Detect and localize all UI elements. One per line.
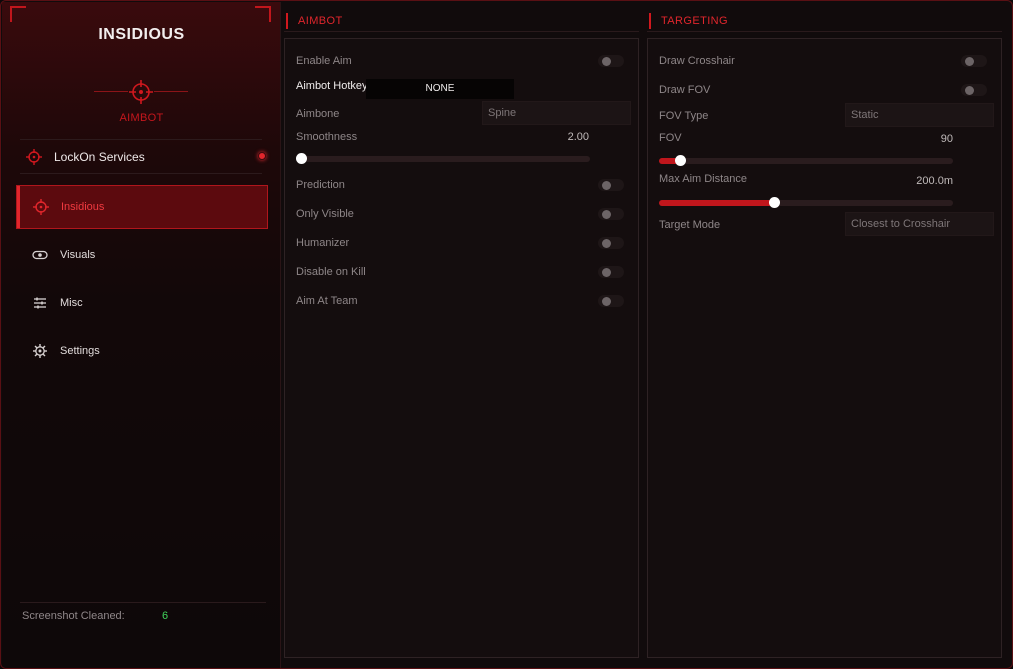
nav-label: Visuals [60, 249, 96, 261]
prediction-label: Prediction [296, 179, 345, 191]
humanizer-label: Humanizer [296, 237, 350, 249]
aimbone-select[interactable]: Spine [482, 101, 631, 125]
toggle-knob [602, 239, 611, 248]
draw-fov-row: Draw FOV [659, 82, 989, 102]
targeting-header: TARGETING [649, 12, 728, 30]
logo-line-left [94, 91, 128, 92]
sidebar-divider [20, 173, 262, 174]
sidebar-item-visuals[interactable]: Visuals [16, 233, 268, 277]
fov-slider[interactable] [659, 155, 953, 166]
app-window: INSIDIOUS AIMBOT LockOn Services Insidio… [0, 0, 1013, 669]
aimbot-header: AIMBOT [286, 12, 343, 30]
draw-crosshair-row: Draw Crosshair [659, 53, 989, 73]
fov-value: 90 [940, 133, 953, 145]
aim-at-team-toggle[interactable] [598, 295, 624, 307]
logo-line-right [154, 91, 188, 92]
max-aim-distance-value: 200.0m [916, 175, 953, 187]
smoothness-value: 2.00 [567, 131, 589, 143]
nav-label: Settings [60, 345, 100, 357]
slider-handle[interactable] [296, 153, 307, 164]
prediction-row: Prediction [296, 177, 626, 197]
gear-icon [33, 344, 47, 358]
slider-handle[interactable] [675, 155, 686, 166]
fov-label: FOV [659, 132, 682, 144]
aimbot-title: AIMBOT [298, 15, 343, 27]
enable-aim-toggle[interactable] [598, 55, 624, 67]
fov-row: FOV [659, 130, 839, 150]
fov-type-select[interactable]: Static [845, 103, 994, 127]
corner-bracket-top-right [255, 6, 271, 22]
aim-at-team-label: Aim At Team [296, 295, 358, 307]
draw-fov-toggle[interactable] [961, 84, 987, 96]
sliders-icon [34, 297, 46, 309]
screenshot-cleaned-count: 6 [162, 610, 169, 622]
aimbot-hotkey-button[interactable]: NONE [366, 79, 514, 99]
toggle-knob [965, 86, 974, 95]
aim-at-team-row: Aim At Team [296, 293, 626, 313]
humanizer-row: Humanizer [296, 235, 626, 255]
prediction-toggle[interactable] [598, 179, 624, 191]
draw-crosshair-toggle[interactable] [961, 55, 987, 67]
sidebar-item-insidious[interactable]: Insidious [16, 185, 268, 229]
smoothness-slider[interactable] [296, 153, 590, 164]
humanizer-toggle[interactable] [598, 237, 624, 249]
header-accent-bar [649, 13, 651, 29]
max-aim-distance-label: Max Aim Distance [659, 173, 748, 185]
fov-type-row: FOV Type [659, 108, 839, 128]
toggle-knob [602, 268, 611, 277]
enable-aim-row: Enable Aim [296, 53, 626, 73]
max-aim-distance-slider[interactable] [659, 197, 953, 208]
aimbone-label: Aimbone [296, 108, 340, 120]
enable-aim-label: Enable Aim [296, 55, 352, 67]
logo-label: AIMBOT [119, 112, 164, 124]
only-visible-toggle[interactable] [598, 208, 624, 220]
nav-label: Insidious [61, 201, 105, 213]
app-title: INSIDIOUS [98, 26, 185, 43]
sidebar-item-settings[interactable]: Settings [16, 329, 268, 373]
fov-type-label: FOV Type [659, 110, 709, 122]
target-mode-row: Target Mode [659, 217, 839, 237]
footer-divider [20, 602, 266, 603]
toggle-knob [602, 57, 611, 66]
target-mode-label: Target Mode [659, 219, 721, 231]
toggle-knob [965, 57, 974, 66]
toggle-knob [602, 181, 611, 190]
aimbot-header-line [284, 31, 639, 32]
target-mode-select[interactable]: Closest to Crosshair [845, 212, 994, 236]
crosshair-icon [33, 199, 49, 215]
slider-handle[interactable] [769, 197, 780, 208]
targeting-title: TARGETING [661, 15, 728, 27]
nav-label: Misc [60, 297, 83, 309]
header-accent-bar [286, 13, 288, 29]
draw-fov-label: Draw FOV [659, 84, 711, 96]
corner-bracket-top-left [10, 6, 26, 22]
only-visible-row: Only Visible [296, 206, 626, 226]
sidebar-item-misc[interactable]: Misc [16, 281, 268, 325]
slider-fill [659, 200, 774, 206]
disable-on-kill-toggle[interactable] [598, 266, 624, 278]
sidebar-divider [20, 139, 262, 140]
lockon-services[interactable]: LockOn Services [16, 142, 268, 172]
crosshair-logo-icon [129, 80, 153, 104]
sidebar: INSIDIOUS AIMBOT LockOn Services Insidio… [2, 2, 281, 668]
toggle-knob [602, 210, 611, 219]
max-aim-distance-row: Max Aim Distance [659, 171, 839, 191]
aimbot-hotkey-label: Aimbot Hotkey [296, 80, 366, 92]
status-dot [258, 152, 266, 160]
only-visible-label: Only Visible [296, 208, 354, 220]
disable-on-kill-row: Disable on Kill [296, 264, 626, 284]
service-label: LockOn Services [54, 150, 145, 164]
targeting-header-line [647, 31, 1002, 32]
smoothness-label: Smoothness [296, 131, 358, 143]
crosshair-icon [26, 149, 42, 165]
toggle-knob [602, 297, 611, 306]
eye-icon [32, 250, 48, 260]
screenshot-cleaned-label: Screenshot Cleaned: [22, 610, 125, 622]
draw-crosshair-label: Draw Crosshair [659, 55, 735, 67]
disable-on-kill-label: Disable on Kill [296, 266, 366, 278]
